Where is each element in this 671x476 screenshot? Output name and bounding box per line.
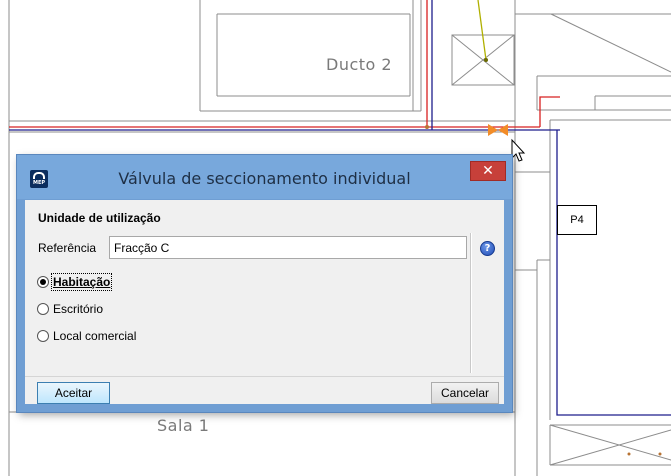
dialog-title: Válvula de seccionamento individual xyxy=(118,169,411,188)
radio-label: Escritório xyxy=(53,302,104,316)
reference-label: Referência xyxy=(38,241,97,255)
group-title: Unidade de utilização xyxy=(38,211,161,225)
radio-button-checked[interactable] xyxy=(37,276,49,288)
footer-divider xyxy=(25,376,504,377)
mouse-cursor-icon xyxy=(511,138,526,162)
radio-option-habitacao[interactable]: Habitação xyxy=(37,273,113,291)
pillar-label[interactable]: P4 xyxy=(557,205,597,235)
valve-symbol[interactable] xyxy=(488,124,508,136)
vertical-divider xyxy=(470,233,472,373)
accept-button[interactable]: Aceitar xyxy=(37,382,110,404)
close-icon: ✕ xyxy=(482,163,494,179)
dialog-body: Unidade de utilização Referência ? Habit… xyxy=(25,200,504,404)
radio-option-escritorio[interactable]: Escritório xyxy=(37,301,103,317)
radio-label: Habitação xyxy=(50,273,113,291)
help-icon[interactable]: ? xyxy=(480,241,495,256)
room-label-sala: Sala 1 xyxy=(157,416,210,435)
radio-button[interactable] xyxy=(37,330,49,342)
radio-option-local-comercial[interactable]: Local comercial xyxy=(37,328,136,344)
room-label-ducto: Ducto 2 xyxy=(326,55,393,74)
cancel-button[interactable]: Cancelar xyxy=(431,382,499,404)
radio-button[interactable] xyxy=(37,303,49,315)
dialog-titlebar[interactable]: MEP Válvula de seccionamento individual … xyxy=(17,155,512,199)
close-button[interactable]: ✕ xyxy=(470,161,506,181)
reference-input[interactable] xyxy=(109,236,467,259)
radio-label: Local comercial xyxy=(53,329,137,343)
app-logo-icon: MEP xyxy=(30,170,48,188)
valve-dialog: MEP Válvula de seccionamento individual … xyxy=(17,155,512,412)
